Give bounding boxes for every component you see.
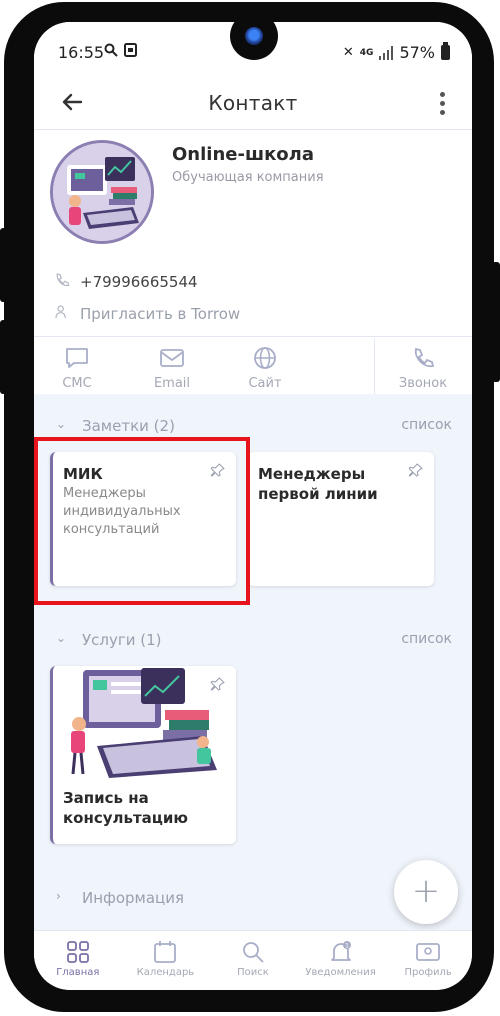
search-icon: [209, 939, 297, 965]
add-fab-button[interactable]: +: [394, 860, 458, 924]
phone-side-button-left: [0, 228, 8, 302]
signal-icon: [379, 45, 394, 60]
nav-item-profile[interactable]: Профиль: [384, 931, 472, 990]
mute-vibrate-icon: ✕: [342, 45, 354, 60]
email-action-label: Email: [153, 376, 191, 391]
contact-subtitle: Обучающая компания: [172, 170, 324, 185]
action-separator: [374, 338, 375, 394]
grid-icon: [34, 939, 122, 965]
notes-section-title: Заметки (2): [82, 417, 175, 435]
status-indicators: ✕ 4G 57%: [342, 42, 450, 62]
nav-item-calendar[interactable]: Календарь: [122, 931, 210, 990]
services-section-header[interactable]: ⌄ Услуги (1) список: [34, 626, 472, 656]
info-section-title: Информация: [82, 889, 185, 907]
nav-item-home[interactable]: Главная: [34, 931, 122, 990]
email-action-button[interactable]: Email: [137, 346, 207, 391]
phone-side-button-left-lower: [0, 320, 8, 394]
notes-list-link[interactable]: список: [401, 417, 452, 433]
sms-action-button[interactable]: СМС: [42, 346, 112, 391]
nav-label-search: Поиск: [237, 967, 269, 978]
chat-icon: [42, 346, 112, 372]
note-title: Менеджеры первой линии: [258, 465, 378, 503]
globe-icon: [230, 346, 300, 372]
call-action-label: Звонок: [398, 376, 448, 391]
page-title: Контакт: [208, 91, 298, 115]
site-action-button[interactable]: Сайт: [230, 346, 300, 391]
chevron-right-icon: ›: [56, 889, 61, 903]
pin-icon[interactable]: [210, 676, 226, 692]
contact-profile-card: Online-школа Обучающая компания +7999666…: [34, 130, 472, 394]
phone-number: +79996665544: [80, 273, 198, 291]
app-header: Контакт: [34, 78, 472, 130]
search-status-icon: [104, 43, 118, 61]
pin-icon[interactable]: [408, 462, 424, 478]
phone-icon: [54, 272, 70, 292]
note-title: МИК: [63, 465, 103, 483]
invite-row[interactable]: Пригласить в Torrow: [54, 304, 240, 324]
service-card[interactable]: Запись на консультацию: [50, 666, 236, 844]
nav-label-home: Главная: [56, 967, 100, 978]
nav-label-notifications: Уведомления: [305, 967, 376, 978]
mail-icon: [137, 346, 207, 372]
sms-action-label: СМС: [62, 376, 92, 391]
pin-icon[interactable]: [210, 462, 226, 478]
chevron-down-icon: ⌄: [56, 631, 67, 645]
more-menu-icon[interactable]: [440, 92, 446, 116]
divider: [34, 336, 472, 337]
svg-text:1: 1: [345, 943, 349, 950]
invite-link: Пригласить в Torrow: [80, 305, 241, 323]
note-card-first-line[interactable]: Менеджеры первой линии: [248, 452, 434, 586]
nav-item-search[interactable]: Поиск: [209, 931, 297, 990]
phone-side-button-right: [492, 262, 500, 382]
services-section-title: Услуги (1): [82, 631, 162, 649]
user-plus-icon: [54, 304, 70, 324]
calendar-icon: [122, 939, 210, 965]
nav-label-profile: Профиль: [404, 967, 452, 978]
contact-avatar[interactable]: [50, 140, 154, 244]
note-card-mik[interactable]: МИК Менеджеры индивидуальных консультаци…: [50, 452, 236, 586]
service-illustration: [53, 666, 236, 778]
nav-label-calendar: Календарь: [136, 967, 195, 978]
phone-number-row[interactable]: +79996665544: [54, 272, 198, 292]
profile-card-icon: [384, 939, 472, 965]
phone-call-icon: [388, 346, 458, 372]
bell-icon: 1: [297, 939, 385, 965]
battery-percent: 57%: [399, 43, 435, 62]
network-type: 4G: [359, 47, 374, 58]
chevron-down-icon: ⌄: [56, 417, 67, 431]
notes-section-header[interactable]: ⌄ Заметки (2) список: [34, 412, 472, 442]
contact-name: Online-школа: [172, 144, 314, 165]
site-action-label: Сайт: [248, 376, 282, 391]
battery-icon: [441, 42, 450, 60]
status-time: 16:55: [58, 43, 105, 62]
nav-item-notifications[interactable]: 1 Уведомления: [297, 931, 385, 990]
service-title: Запись на консультацию: [63, 789, 189, 827]
note-body: Менеджеры индивидуальных консультаций: [63, 486, 181, 537]
phone-screen: 16:55 ✕ 4G 57% Контакт Online-школа Обуч…: [34, 22, 472, 990]
call-action-button[interactable]: Звонок: [388, 346, 458, 391]
bottom-nav: Главная Календарь Поиск 1 Уведомления Пр…: [34, 930, 472, 990]
services-list-link[interactable]: список: [401, 631, 452, 647]
gallery-status-icon: [124, 43, 137, 61]
front-camera: [230, 12, 278, 60]
